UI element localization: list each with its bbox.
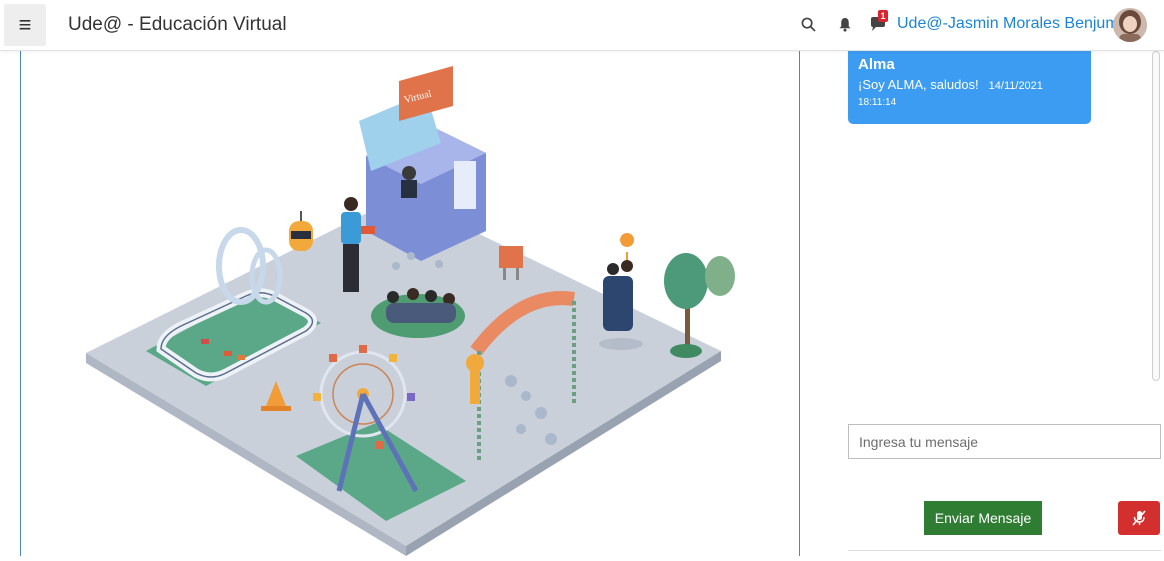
kiosk-poster xyxy=(454,161,476,209)
vendor-body xyxy=(401,180,417,198)
message-date: 14/11/2021 xyxy=(988,80,1043,92)
vendor-head xyxy=(402,166,416,180)
user-avatar[interactable] xyxy=(1113,8,1147,42)
small-sign xyxy=(499,246,523,268)
seated-students xyxy=(386,303,456,323)
couple xyxy=(603,276,633,331)
site-title[interactable]: Ude@ - Educación Virtual xyxy=(68,14,287,36)
notifications-button[interactable] xyxy=(835,14,855,34)
chat-divider xyxy=(848,550,1161,551)
robot-visor xyxy=(291,231,311,239)
mute-microphone-button[interactable] xyxy=(1118,501,1160,535)
message-time: 18:11:14 xyxy=(858,97,897,108)
message-text: ¡Soy ALMA, saludos! xyxy=(858,77,979,92)
tree-crown-small xyxy=(705,256,735,296)
menu-toggle-button[interactable]: ≡ xyxy=(4,4,46,46)
search-icon xyxy=(801,17,816,32)
chat-scrollbar[interactable] xyxy=(1152,51,1160,381)
chat-message: Alma ¡Soy ALMA, saludos! 14/11/2021 18:11… xyxy=(848,48,1091,124)
notification-badge: 1 xyxy=(878,10,888,22)
toy-car xyxy=(201,339,209,344)
message-sender: Alma xyxy=(858,56,895,73)
message-text-row: ¡Soy ALMA, saludos! 14/11/2021 xyxy=(858,77,1081,92)
send-message-button[interactable]: Enviar Mensaje xyxy=(924,501,1042,535)
menu-icon: ≡ xyxy=(18,12,32,37)
tree-crown xyxy=(664,253,708,309)
user-name-link[interactable]: Ude@-Jasmin Morales Benjumea xyxy=(897,15,1136,33)
avatar-image xyxy=(1113,8,1147,42)
main-content-panel: Virtual xyxy=(20,51,800,556)
standing-person-legs xyxy=(343,244,359,292)
virtual-campus-illustration: Virtual xyxy=(86,66,735,556)
standing-person-shirt xyxy=(341,212,361,244)
chat-message-input[interactable] xyxy=(848,424,1161,459)
microphone-off-icon xyxy=(1132,510,1146,526)
tablet xyxy=(361,226,375,234)
bell-icon xyxy=(839,17,851,32)
top-navbar: ≡ Ude@ - Educación Virtual 1 Ude@-Jasmin… xyxy=(0,0,1164,51)
toy-car xyxy=(237,355,245,360)
toy-car xyxy=(224,351,232,356)
search-button[interactable] xyxy=(798,14,818,34)
standing-person-head xyxy=(344,197,358,211)
